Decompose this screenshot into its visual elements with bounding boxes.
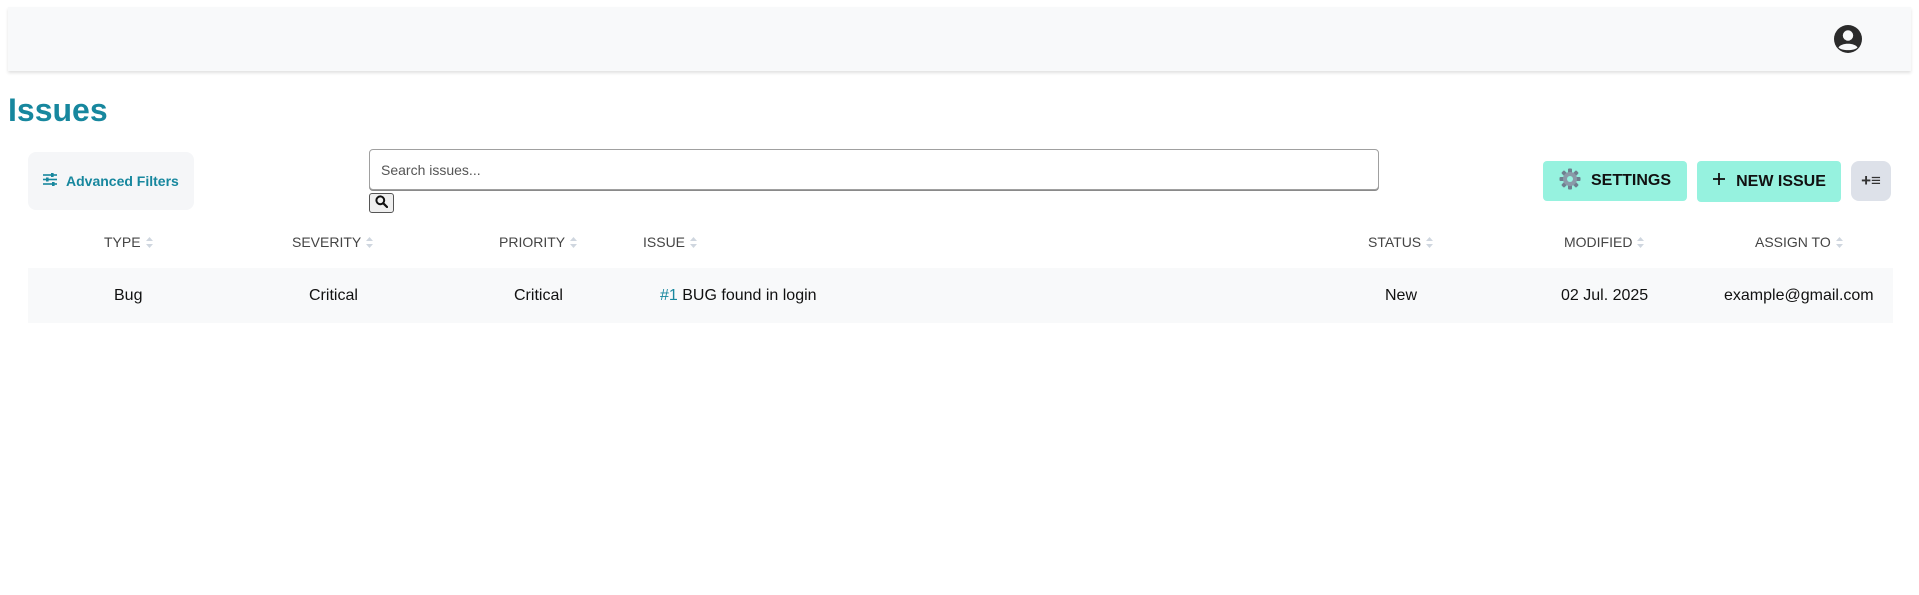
search-button[interactable] — [369, 193, 394, 213]
sort-icon — [570, 236, 578, 248]
settings-button[interactable]: SETTINGS — [1543, 161, 1687, 201]
top-navbar — [8, 7, 1911, 71]
issue-title[interactable]: BUG found in login — [682, 287, 816, 304]
search-input[interactable] — [369, 149, 1379, 190]
new-issue-button[interactable]: NEW ISSUE — [1697, 161, 1841, 202]
advanced-filters-label: Advanced Filters — [66, 173, 179, 189]
sort-icon — [1637, 236, 1645, 248]
cell-status: New — [1385, 287, 1418, 304]
column-header-modified[interactable]: MODIFIED — [1564, 234, 1645, 250]
column-header-status[interactable]: STATUS — [1368, 234, 1434, 250]
sort-icon — [366, 236, 374, 248]
column-options-button[interactable]: +≡ — [1851, 161, 1891, 201]
issue-number-link[interactable]: #1 — [660, 287, 678, 304]
user-account-icon[interactable] — [1833, 24, 1863, 54]
cell-modified: 02 Jul. 2025 — [1561, 287, 1649, 304]
cell-severity: Critical — [309, 287, 358, 304]
cell-type: Bug — [114, 287, 143, 304]
cell-assign-to: example@gmail.com — [1724, 287, 1874, 304]
new-issue-label: NEW ISSUE — [1736, 172, 1826, 190]
sort-icon — [1835, 236, 1843, 248]
column-header-label: ISSUE — [643, 234, 686, 250]
sort-icon — [1426, 236, 1434, 248]
column-header-assign-to[interactable]: ASSIGN TO — [1755, 234, 1844, 250]
search-icon — [375, 195, 389, 211]
column-header-label: ASSIGN TO — [1755, 234, 1831, 250]
sort-icon — [690, 236, 698, 248]
cell-priority: Critical — [514, 287, 563, 304]
cell-issue: #1 BUG found in login — [660, 287, 817, 305]
column-header-type[interactable]: TYPE — [104, 234, 154, 250]
plus-icon — [1712, 172, 1726, 191]
column-header-label: SEVERITY — [292, 234, 362, 250]
sliders-icon — [43, 173, 57, 189]
column-header-priority[interactable]: PRIORITY — [499, 234, 578, 250]
advanced-filters-button[interactable]: Advanced Filters — [28, 152, 194, 210]
column-header-label: MODIFIED — [1564, 234, 1633, 250]
column-header-label: TYPE — [104, 234, 141, 250]
column-header-label: PRIORITY — [499, 234, 566, 250]
gear-icon — [1559, 168, 1581, 195]
column-header-severity[interactable]: SEVERITY — [292, 234, 374, 250]
sort-icon — [145, 236, 153, 248]
page-title: Issues — [8, 92, 108, 128]
column-header-issue[interactable]: ISSUE — [643, 234, 698, 250]
column-header-label: STATUS — [1368, 234, 1422, 250]
settings-label: SETTINGS — [1590, 172, 1671, 189]
